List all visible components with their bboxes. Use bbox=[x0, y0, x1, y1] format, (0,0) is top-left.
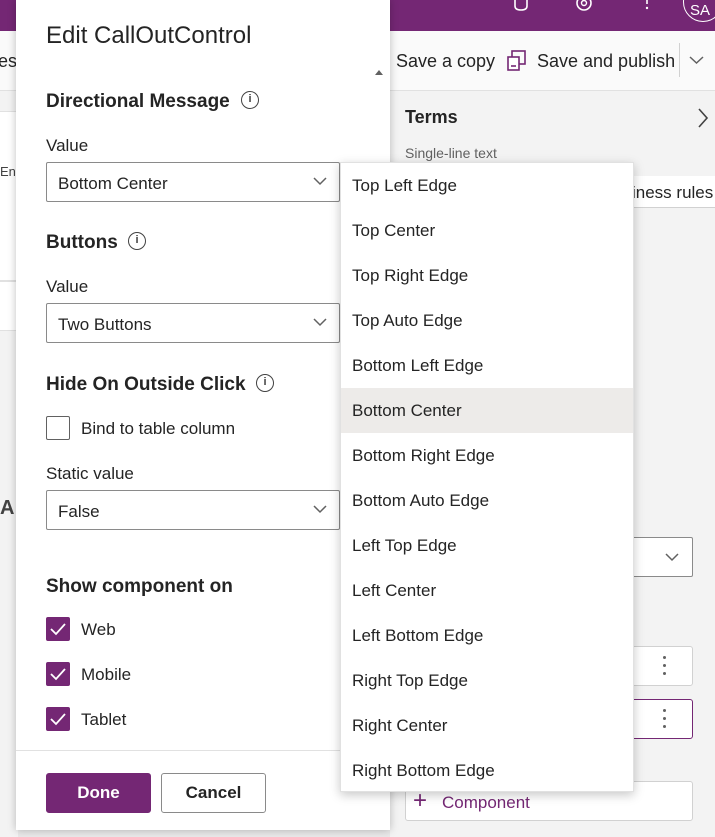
directional-message-heading: Directional Message bbox=[46, 91, 230, 112]
bind-to-column-checkbox[interactable] bbox=[46, 416, 70, 440]
canvas-fragment-label: En bbox=[0, 164, 16, 179]
settings-icon[interactable] bbox=[573, 0, 595, 14]
directional-value-label: Value bbox=[46, 136, 89, 155]
field-title: Terms bbox=[405, 107, 458, 127]
more-options-icon[interactable] bbox=[663, 709, 667, 729]
property-dropdown[interactable] bbox=[626, 537, 693, 577]
checkmark-icon bbox=[50, 623, 66, 636]
static-value: False bbox=[58, 502, 100, 521]
buttons-value-label: Value bbox=[46, 277, 89, 296]
canvas-fragment-heading: A bbox=[0, 497, 15, 519]
chevron-down-icon[interactable] bbox=[689, 55, 704, 65]
option-bottom-left-edge[interactable]: Bottom Left Edge bbox=[341, 343, 633, 388]
tab-business-rules[interactable]: iness rules bbox=[620, 176, 715, 208]
tablet-label: Tablet bbox=[81, 710, 127, 729]
option-top-right-edge[interactable]: Top Right Edge bbox=[341, 253, 633, 298]
cancel-button[interactable]: Cancel bbox=[161, 773, 266, 813]
add-component-label: Component bbox=[442, 793, 530, 812]
chevron-down-icon bbox=[313, 505, 327, 514]
component-row-selected[interactable] bbox=[626, 699, 693, 739]
tablet-checkbox[interactable] bbox=[46, 707, 70, 731]
directional-message-options-list: Top Left Edge Top Center Top Right Edge … bbox=[340, 162, 634, 792]
option-top-center[interactable]: Top Center bbox=[341, 208, 633, 253]
field-type: Single-line text bbox=[405, 145, 497, 161]
directional-message-value: Bottom Center bbox=[58, 174, 168, 193]
component-row[interactable] bbox=[626, 646, 693, 686]
option-right-center[interactable]: Right Center bbox=[341, 703, 633, 748]
user-avatar[interactable]: SA bbox=[683, 0, 715, 22]
plus-icon: + bbox=[413, 787, 428, 814]
option-bottom-auto-edge[interactable]: Bottom Auto Edge bbox=[341, 478, 633, 523]
option-bottom-center[interactable]: Bottom Center bbox=[341, 388, 633, 433]
option-right-top-edge[interactable]: Right Top Edge bbox=[341, 658, 633, 703]
edit-component-panel: Edit CallOutControl Directional Message … bbox=[16, 0, 390, 830]
scroll-up-arrow-icon[interactable] bbox=[375, 70, 383, 75]
command-cut-label[interactable]: es bbox=[0, 51, 17, 72]
panel-footer: Done Cancel bbox=[16, 750, 390, 830]
info-icon[interactable]: i bbox=[256, 374, 274, 392]
option-left-bottom-edge[interactable]: Left Bottom Edge bbox=[341, 613, 633, 658]
notifications-icon[interactable] bbox=[510, 0, 532, 14]
option-left-center[interactable]: Left Center bbox=[341, 568, 633, 613]
option-right-bottom-edge[interactable]: Right Bottom Edge bbox=[341, 748, 633, 793]
mobile-checkbox[interactable] bbox=[46, 662, 70, 686]
chevron-right-icon[interactable] bbox=[696, 107, 710, 129]
directional-message-select[interactable]: Bottom Center bbox=[46, 162, 340, 202]
web-label: Web bbox=[81, 620, 116, 639]
static-value-label: Static value bbox=[46, 464, 134, 483]
save-publish-button[interactable]: Save and publish bbox=[537, 51, 675, 72]
show-component-on-heading: Show component on bbox=[46, 576, 233, 597]
web-checkbox[interactable] bbox=[46, 617, 70, 641]
chevron-down-icon bbox=[665, 553, 679, 562]
panel-title: Edit CallOutControl bbox=[46, 22, 252, 49]
done-button[interactable]: Done bbox=[46, 773, 151, 813]
help-icon[interactable] bbox=[636, 0, 658, 14]
bind-to-column-label: Bind to table column bbox=[81, 419, 236, 438]
more-options-icon[interactable] bbox=[663, 656, 667, 676]
checkmark-icon bbox=[50, 713, 66, 726]
checkmark-icon bbox=[50, 668, 66, 681]
buttons-select[interactable]: Two Buttons bbox=[46, 303, 340, 343]
static-value-select[interactable]: False bbox=[46, 490, 340, 530]
mobile-label: Mobile bbox=[81, 665, 132, 684]
option-top-auto-edge[interactable]: Top Auto Edge bbox=[341, 298, 633, 343]
info-icon[interactable]: i bbox=[128, 232, 146, 250]
save-copy-button[interactable]: Save a copy bbox=[396, 51, 495, 72]
save-publish-icon bbox=[507, 50, 526, 71]
chevron-down-icon bbox=[313, 177, 327, 186]
buttons-heading: Buttons bbox=[46, 232, 118, 253]
option-bottom-right-edge[interactable]: Bottom Right Edge bbox=[341, 433, 633, 478]
buttons-value: Two Buttons bbox=[58, 315, 152, 334]
command-divider bbox=[679, 43, 680, 77]
hide-outside-click-heading: Hide On Outside Click bbox=[46, 374, 246, 395]
info-icon[interactable]: i bbox=[241, 91, 259, 109]
option-left-top-edge[interactable]: Left Top Edge bbox=[341, 523, 633, 568]
chevron-down-icon bbox=[313, 318, 327, 327]
option-top-left-edge[interactable]: Top Left Edge bbox=[341, 163, 633, 208]
